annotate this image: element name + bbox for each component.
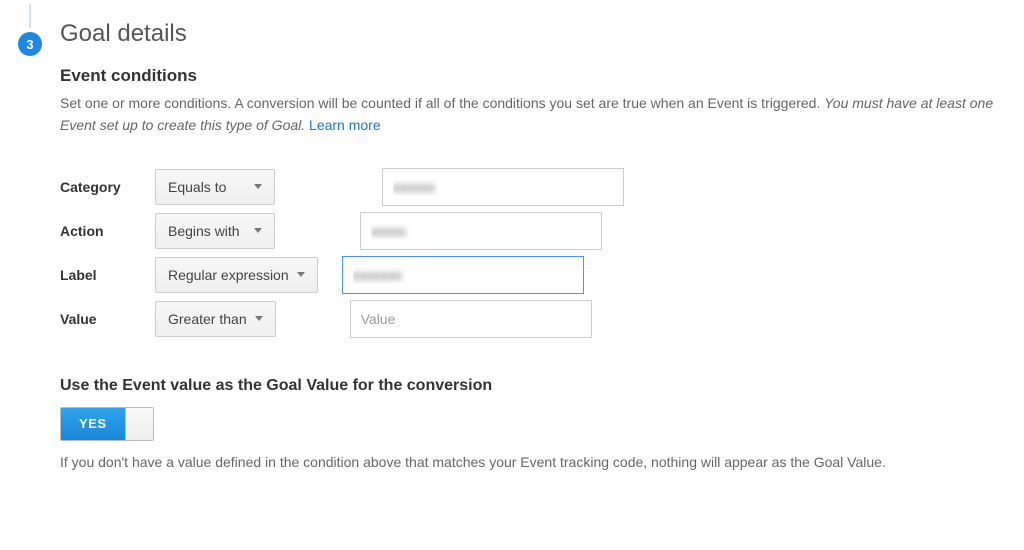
- chevron-down-icon: [254, 228, 262, 233]
- toggle-yes-label: YES: [61, 408, 125, 440]
- row-label-action: Action: [60, 223, 155, 239]
- operator-dropdown-category[interactable]: Equals to: [155, 169, 275, 205]
- section-title: Goal details: [60, 20, 1000, 48]
- step-number: 3: [26, 37, 33, 52]
- operator-dropdown-label[interactable]: Regular expression: [155, 257, 318, 293]
- row-label-label: Label: [60, 267, 155, 283]
- step-indicator: 3: [18, 32, 42, 56]
- operator-dropdown-action[interactable]: Begins with: [155, 213, 275, 249]
- operator-label: Equals to: [168, 179, 226, 195]
- operator-label: Begins with: [168, 223, 240, 239]
- goal-value-heading: Use the Event value as the Goal Value fo…: [60, 377, 1000, 395]
- condition-row-value: Value Greater than: [60, 297, 1000, 341]
- operator-dropdown-value[interactable]: Greater than: [155, 301, 276, 337]
- learn-more-link[interactable]: Learn more: [309, 117, 381, 133]
- row-label-value: Value: [60, 311, 155, 327]
- condition-row-category: Category Equals to: [60, 165, 1000, 209]
- condition-row-label: Label Regular expression: [60, 253, 1000, 297]
- row-label-category: Category: [60, 179, 155, 195]
- event-conditions-description: Set one or more conditions. A conversion…: [60, 92, 1000, 137]
- event-conditions-heading: Event conditions: [60, 66, 1000, 86]
- value-input-value[interactable]: [350, 300, 592, 338]
- value-input-label[interactable]: [342, 256, 584, 294]
- operator-label: Regular expression: [168, 267, 289, 283]
- value-input-category[interactable]: [382, 168, 624, 206]
- operator-label: Greater than: [168, 311, 247, 327]
- condition-row-action: Action Begins with: [60, 209, 1000, 253]
- chevron-down-icon: [297, 272, 305, 277]
- value-input-action[interactable]: [360, 212, 602, 250]
- goal-value-note: If you don't have a value defined in the…: [60, 451, 1000, 473]
- goal-value-toggle[interactable]: YES: [60, 407, 154, 441]
- toggle-handle: [125, 408, 153, 440]
- chevron-down-icon: [255, 316, 263, 321]
- chevron-down-icon: [254, 184, 262, 189]
- description-prefix: Set one or more conditions. A conversion…: [60, 95, 824, 111]
